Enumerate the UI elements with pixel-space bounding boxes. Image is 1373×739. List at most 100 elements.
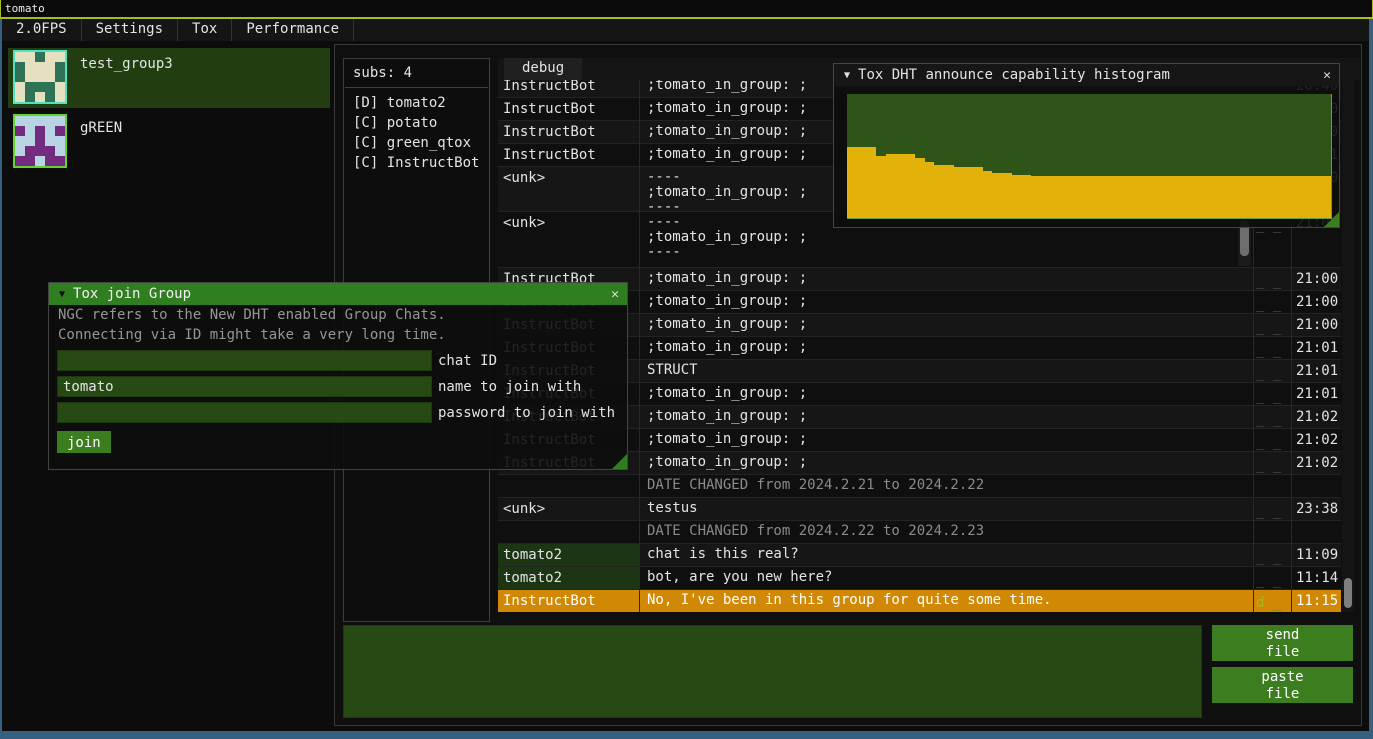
send-file-button[interactable]: send file [1212, 625, 1353, 661]
message-timestamp: 23:38 [1294, 498, 1341, 517]
join-field-label: chat ID [438, 353, 497, 369]
histogram-bar [1050, 176, 1060, 218]
receipt-indicators: _ _ [1256, 498, 1290, 519]
chat-scrollbar-thumb[interactable] [1344, 578, 1352, 608]
join-input-name-to-join-with[interactable] [57, 376, 432, 397]
subs-member[interactable]: [C] InstructBot [344, 153, 489, 173]
join-button[interactable]: join [57, 431, 111, 453]
chat-message-row[interactable]: InstructBotNo, I've been in this group f… [498, 589, 1341, 612]
avatar-pixel [35, 126, 45, 136]
histogram-bar [944, 165, 954, 218]
menu-item-tox[interactable]: Tox [178, 19, 232, 41]
sender-name: <unk> [498, 167, 639, 211]
avatar-pixel [35, 116, 45, 126]
receipt-indicators: _ _ [1256, 360, 1290, 381]
histogram-bar [905, 154, 915, 218]
message-text: ;tomato_in_group: ; [643, 406, 1249, 428]
collapse-icon[interactable]: ▼ [59, 289, 65, 300]
resize-grip[interactable] [1324, 212, 1339, 227]
close-icon[interactable]: ✕ [1323, 68, 1331, 83]
join-input-chat-id[interactable] [57, 350, 432, 371]
system-message-row[interactable]: DATE CHANGED from 2024.2.22 to 2024.2.23 [498, 520, 1341, 543]
histogram-bar [847, 147, 857, 218]
histogram-bar [983, 171, 993, 218]
menu-item-performance[interactable]: Performance [232, 19, 354, 41]
avatar-pixel [15, 82, 25, 92]
avatar-pixel [35, 156, 45, 166]
receipt-indicators: _ _ [1256, 452, 1290, 473]
histogram-bar [876, 156, 886, 218]
subs-member[interactable]: [C] green_qtox [344, 133, 489, 153]
avatar-pixel [55, 62, 65, 72]
chat-message-row[interactable]: tomato2bot, are you new here?_ _11:14 [498, 566, 1341, 589]
message-input[interactable] [343, 625, 1202, 718]
tab-debug[interactable]: debug [504, 58, 582, 80]
avatar-pixel [35, 92, 45, 102]
chat-message-row[interactable]: <unk>testus_ _23:38 [498, 497, 1341, 520]
message-timestamp: 21:02 [1294, 429, 1341, 448]
message-text: ;tomato_in_group: ; [643, 314, 1249, 336]
menu-item-2-0fps[interactable]: 2.0FPS [2, 19, 82, 41]
avatar-pixel [25, 62, 35, 72]
histogram-bar [1128, 176, 1138, 218]
histogram-bar [1021, 175, 1031, 218]
avatar-pixel [45, 72, 55, 82]
subs-member-list: [D] tomato2[C] potato[C] green_qtox[C] I… [344, 93, 489, 173]
subs-member[interactable]: [D] tomato2 [344, 93, 489, 113]
receipt-indicators: _ _ [1256, 406, 1290, 427]
avatar-pixel [15, 146, 25, 156]
join-field-label: password to join with [438, 405, 615, 421]
chat-message-row[interactable]: tomato2chat is this real?_ _11:09 [498, 543, 1341, 566]
message-text: ;tomato_in_group: ; [643, 429, 1249, 451]
resize-grip[interactable] [612, 454, 627, 469]
os-titlebar[interactable]: tomato [0, 0, 1373, 19]
column-separator[interactable] [639, 80, 640, 612]
avatar-pixel [55, 136, 65, 146]
avatar-pixel [15, 62, 25, 72]
histogram-bar [1070, 176, 1080, 218]
message-text: No, I've been in this group for quite so… [643, 590, 1249, 612]
histogram-bar [1080, 176, 1090, 218]
avatar-pixel [45, 116, 55, 126]
sender-name: InstructBot [498, 80, 639, 97]
window-border-right [1369, 19, 1373, 731]
sender-name: <unk> [498, 498, 639, 520]
join-group-titlebar[interactable]: ▼ Tox join Group ✕ [49, 283, 627, 305]
message-text: ;tomato_in_group: ; [643, 268, 1249, 290]
collapse-icon[interactable]: ▼ [844, 70, 850, 81]
join-group-title: Tox join Group [73, 286, 191, 302]
subs-member[interactable]: [C] potato [344, 113, 489, 133]
system-message-row[interactable]: DATE CHANGED from 2024.2.21 to 2024.2.22 [498, 474, 1341, 497]
avatar-pixel [25, 92, 35, 102]
avatar-pixel [45, 126, 55, 136]
avatar-pixel [35, 52, 45, 62]
histogram-bar [1264, 176, 1274, 218]
avatar-pixel [15, 72, 25, 82]
sidebar-item-green[interactable]: gREEN [8, 112, 330, 172]
message-timestamp: 21:01 [1294, 360, 1341, 379]
dht-histogram-plot[interactable] [847, 94, 1332, 219]
join-input-password-to-join-with[interactable] [57, 402, 432, 423]
histogram-bar [1302, 176, 1312, 218]
sidebar-item-test_group3[interactable]: test_group3 [8, 48, 330, 108]
receipt-indicators: _ _ [1256, 337, 1290, 358]
chat-scrollbar[interactable] [1342, 80, 1354, 612]
menu-item-settings[interactable]: Settings [82, 19, 178, 41]
join-field-row: chat ID [57, 350, 627, 371]
histogram-bar [1099, 176, 1109, 218]
paste-file-button[interactable]: paste file [1212, 667, 1353, 703]
histogram-bar [1244, 176, 1254, 218]
avatar-pixel [55, 72, 65, 82]
avatar-pixel [35, 136, 45, 146]
avatar-pixel [35, 62, 45, 72]
window-border-bottom [0, 731, 1373, 739]
message-text: ;tomato_in_group: ; [643, 383, 1249, 405]
histogram-bar [1235, 176, 1245, 218]
message-text: DATE CHANGED from 2024.2.21 to 2024.2.22 [643, 475, 1249, 497]
delivered-indicator: d [1256, 595, 1273, 611]
histogram-bar [1138, 176, 1148, 218]
dht-histogram-titlebar[interactable]: ▼ Tox DHT announce capability histogram … [834, 64, 1339, 86]
message-text: bot, are you new here? [643, 567, 1249, 589]
close-icon[interactable]: ✕ [611, 287, 619, 302]
join-field-label: name to join with [438, 379, 581, 395]
